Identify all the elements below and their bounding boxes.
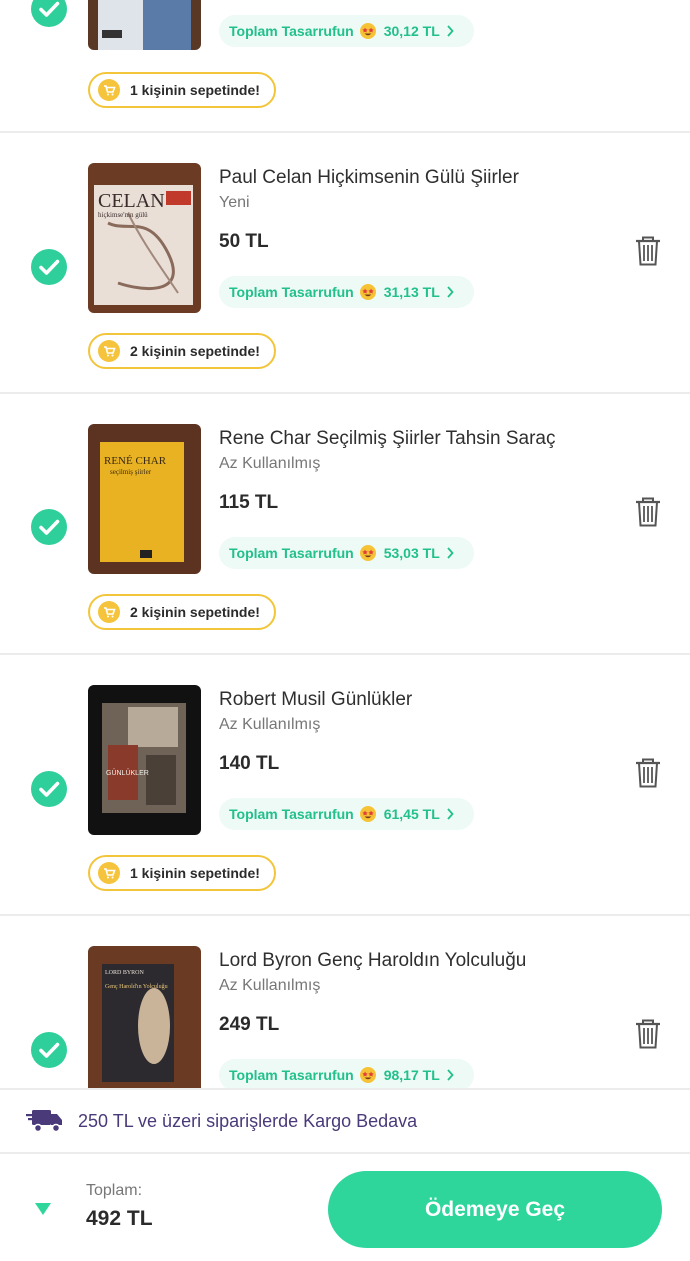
cart-icon bbox=[98, 79, 120, 101]
check-circle-icon[interactable] bbox=[31, 249, 67, 285]
cart-popularity-badge: 1 kişinin sepetinde! bbox=[88, 72, 276, 108]
total-label: Toplam: bbox=[86, 1182, 143, 1199]
trash-icon[interactable] bbox=[634, 235, 662, 267]
trash-icon[interactable] bbox=[634, 496, 662, 528]
total-value: 492 TL bbox=[86, 1207, 153, 1230]
cart-item: CELAN hiçkimse'nin gülü Paul Celan Hiçki… bbox=[0, 133, 690, 394]
checkout-footer: Toplam: 492 TL Ödemeye Geç bbox=[0, 1154, 690, 1261]
checkout-button[interactable]: Ödemeye Geç bbox=[328, 1171, 662, 1248]
cart-icon bbox=[98, 601, 120, 623]
star-eyes-emoji-icon bbox=[359, 1067, 376, 1083]
total-saving-chip[interactable]: Toplam Tasarrufun 31,13 TL bbox=[219, 276, 474, 308]
cover-title: CELAN bbox=[98, 190, 165, 212]
chevron-right-icon bbox=[447, 1069, 454, 1081]
star-eyes-emoji-icon bbox=[359, 545, 376, 561]
product-image[interactable]: GÜNLÜKLER bbox=[88, 685, 201, 835]
cover-subtitle: seçilmiş şiirler bbox=[110, 468, 152, 476]
free-shipping-text: 250 TL ve üzeri siparişlerde Kargo Bedav… bbox=[78, 1110, 418, 1131]
trash-icon[interactable] bbox=[634, 757, 662, 789]
cart-item: Toplam Tasarrufun 30,12 TL 1 kişinin sep… bbox=[0, 0, 690, 133]
total-saving-chip[interactable]: Toplam Tasarrufun 30,12 TL bbox=[219, 15, 474, 47]
cover-title: GÜNLÜKLER bbox=[106, 769, 149, 777]
product-title[interactable]: Robert Musil Günlükler bbox=[219, 689, 412, 711]
chevron-right-icon bbox=[447, 808, 454, 820]
star-eyes-emoji-icon bbox=[359, 806, 376, 822]
cart-item: LORD BYRON Genç Harold'ın Yolculuğu Lord… bbox=[0, 916, 690, 1088]
cart-popularity-badge: 2 kişinin sepetinde! bbox=[88, 594, 276, 630]
cover-title: RENÉ CHAR bbox=[104, 455, 167, 467]
product-condition: Az Kullanılmış bbox=[219, 455, 321, 472]
star-eyes-emoji-icon bbox=[359, 284, 376, 300]
product-title[interactable]: Rene Char Seçilmiş Şiirler Tahsin Saraç bbox=[219, 428, 556, 450]
cover-subtitle: hiçkimse'nin gülü bbox=[98, 211, 148, 219]
cart-item: GÜNLÜKLER Robert Musil Günlükler Az Kull… bbox=[0, 655, 690, 916]
product-condition: Yeni bbox=[219, 194, 250, 211]
chevron-right-icon bbox=[447, 547, 454, 559]
cover-title: LORD BYRON bbox=[105, 970, 145, 976]
product-image[interactable]: CELAN hiçkimse'nin gülü bbox=[88, 163, 201, 313]
check-circle-icon[interactable] bbox=[31, 0, 67, 27]
triangle-down-icon[interactable] bbox=[34, 1202, 52, 1216]
check-circle-icon[interactable] bbox=[31, 509, 67, 545]
product-condition: Az Kullanılmış bbox=[219, 716, 321, 733]
cart-icon bbox=[98, 340, 120, 362]
cover-subtitle: Genç Harold'ın Yolculuğu bbox=[105, 983, 168, 990]
product-price: 140 TL bbox=[219, 753, 280, 774]
star-eyes-emoji-icon bbox=[359, 23, 376, 39]
product-condition: Az Kullanılmış bbox=[219, 977, 321, 994]
cart-item-list: Toplam Tasarrufun 30,12 TL 1 kişinin sep… bbox=[0, 0, 690, 1088]
product-image[interactable]: RENÉ CHAR seçilmiş şiirler bbox=[88, 424, 201, 574]
product-image[interactable]: LORD BYRON Genç Harold'ın Yolculuğu bbox=[88, 946, 201, 1088]
cart-popularity-badge: 1 kişinin sepetinde! bbox=[88, 855, 276, 891]
cart-popularity-badge: 2 kişinin sepetinde! bbox=[88, 333, 276, 369]
check-circle-icon[interactable] bbox=[31, 1032, 67, 1068]
truck-icon bbox=[26, 1110, 62, 1133]
product-title[interactable]: Lord Byron Genç Haroldın Yolculuğu bbox=[219, 950, 526, 972]
product-price: 50 TL bbox=[219, 231, 269, 252]
check-circle-icon[interactable] bbox=[31, 771, 67, 807]
product-price: 115 TL bbox=[219, 492, 279, 513]
total-saving-chip[interactable]: Toplam Tasarrufun 61,45 TL bbox=[219, 798, 474, 830]
product-image[interactable] bbox=[88, 0, 201, 50]
cart-icon bbox=[98, 862, 120, 884]
cart-item: RENÉ CHAR seçilmiş şiirler Rene Char Seç… bbox=[0, 394, 690, 655]
chevron-right-icon bbox=[447, 286, 454, 298]
chevron-right-icon bbox=[447, 25, 454, 37]
free-shipping-banner: 250 TL ve üzeri siparişlerde Kargo Bedav… bbox=[0, 1088, 690, 1154]
total-saving-chip[interactable]: Toplam Tasarrufun 53,03 TL bbox=[219, 537, 474, 569]
product-title[interactable]: Paul Celan Hiçkimsenin Gülü Şiirler bbox=[219, 167, 519, 189]
total-saving-chip[interactable]: Toplam Tasarrufun 98,17 TL bbox=[219, 1059, 474, 1088]
product-price: 249 TL bbox=[219, 1014, 280, 1035]
trash-icon[interactable] bbox=[634, 1018, 662, 1050]
